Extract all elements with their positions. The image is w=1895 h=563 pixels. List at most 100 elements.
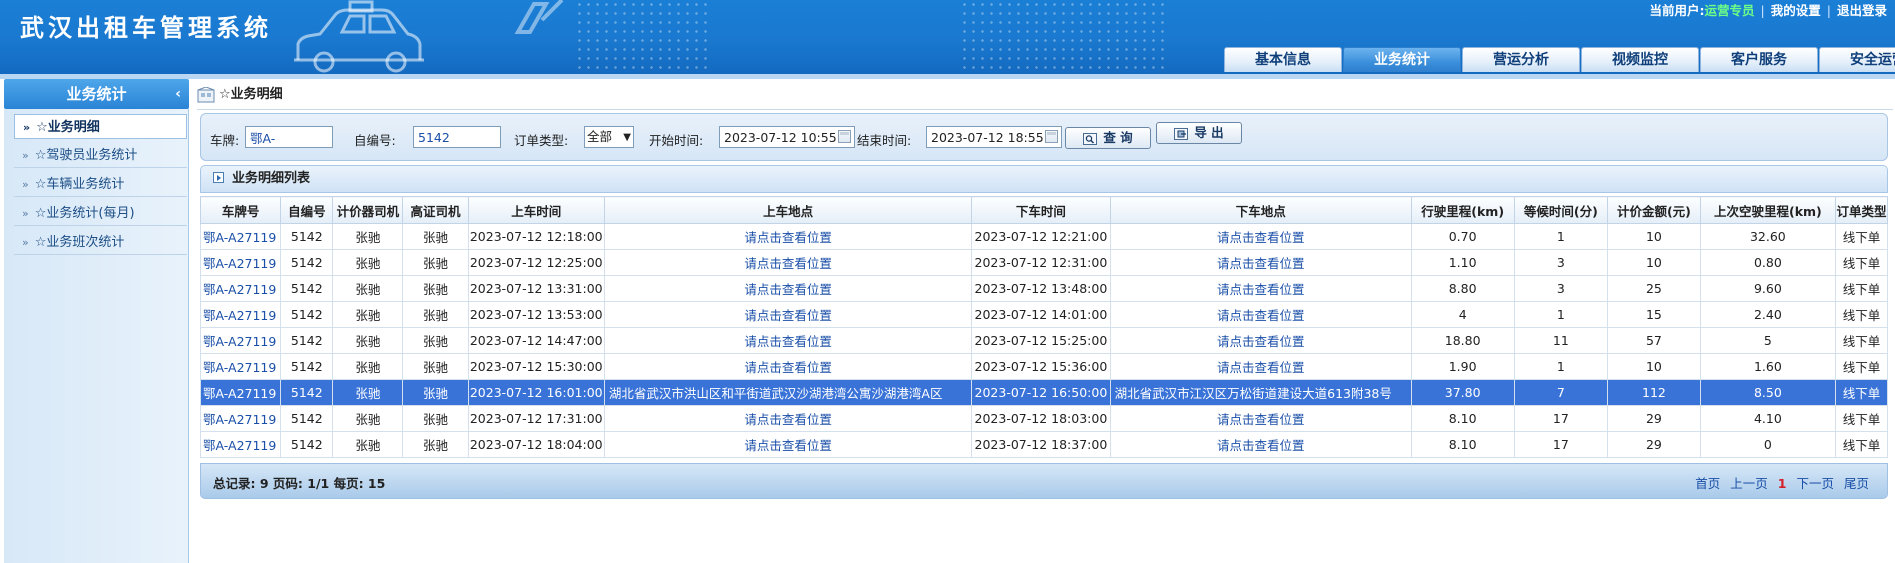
dropoff-time-cell: 2023-07-12 15:25:00: [971, 327, 1111, 354]
sidebar-item-monthly-stats[interactable]: » ☆业务统计(每月): [14, 201, 187, 226]
dropoff-location-link[interactable]: 请点击查看位置: [1109, 275, 1412, 302]
table-body: 鄂A-A27119 5142 张驰 张驰 2023-07-12 12:18:00 请点击查…: [199, 223, 1888, 458]
pickup-location-link[interactable]: 请点击查看位置: [603, 405, 973, 432]
pickup-location-link[interactable]: 请点击查看位置: [603, 431, 973, 458]
sidebar-item-vehicle-stats[interactable]: » ☆车辆业务统计: [14, 172, 187, 197]
logout-link[interactable]: 退出登录: [1837, 3, 1887, 18]
plate-cell[interactable]: 鄂A-A27119: [199, 275, 282, 302]
dropoff-location-link[interactable]: 请点击查看位置: [1109, 249, 1412, 276]
self-no-cell: 5142: [280, 275, 334, 302]
breadcrumb-text: ☆业务明细: [219, 87, 283, 102]
pickup-location-link[interactable]: 请点击查看位置: [603, 223, 973, 250]
plate-cell[interactable]: 鄂A-A27119: [199, 405, 282, 432]
wait-time-cell: 1: [1513, 353, 1609, 380]
tab-safety-operation[interactable]: 安全运营: [1819, 47, 1895, 72]
cert-driver-cell: 张驰: [402, 327, 469, 354]
order-type-cell: 线下单: [1835, 275, 1888, 302]
last-page-link[interactable]: 尾页: [1844, 476, 1869, 491]
query-button[interactable]: 查 询: [1065, 127, 1151, 149]
dropoff-location-link[interactable]: 请点击查看位置: [1109, 301, 1412, 328]
tab-operation-analysis[interactable]: 营运分析: [1462, 47, 1580, 72]
tab-customer-service[interactable]: 客户服务: [1700, 47, 1818, 72]
empty-mileage-cell: 8.50: [1699, 379, 1837, 406]
mileage-cell: 4: [1410, 301, 1515, 328]
sidebar: 业务统计 ‹ » ☆业务明细 » ☆驾驶员业务统计 » ☆车辆业务统计 » ☆业务统计(…: [0, 79, 189, 563]
order-type-select[interactable]: 全部 ▼: [584, 126, 634, 148]
collapse-icon[interactable]: ‹: [175, 79, 181, 109]
table-row[interactable]: 鄂A-A27119 5142 张驰 张驰 2023-07-12 12:18:00 请点击查…: [199, 223, 1888, 250]
pickup-location-link[interactable]: 请点击查看位置: [603, 275, 973, 302]
plate-cell[interactable]: 鄂A-A27119: [199, 249, 282, 276]
current-user-label: 当前用户:: [1649, 3, 1705, 18]
table-row[interactable]: 鄂A-A27119 5142 张驰 张驰 2023-07-12 14:47:00 请点击查…: [199, 327, 1888, 354]
plate-cell[interactable]: 鄂A-A27119: [199, 353, 282, 380]
table-row[interactable]: 鄂A-A27119 5142 张驰 张驰 2023-07-12 17:31:00 请点击查…: [199, 405, 1888, 432]
dropoff-location-link[interactable]: 请点击查看位置: [1109, 405, 1412, 432]
plate-input[interactable]: [245, 126, 333, 148]
plate-cell[interactable]: 鄂A-A27119: [199, 379, 282, 406]
pickup-location-link[interactable]: 请点击查看位置: [603, 353, 973, 380]
dropoff-location-link[interactable]: 请点击查看位置: [1109, 353, 1412, 380]
next-page-link[interactable]: 下一页: [1796, 476, 1834, 491]
table-row[interactable]: 鄂A-A27119 5142 张驰 张驰 2023-07-12 13:53:00 请点击查…: [199, 301, 1888, 328]
pager-summary: 总记录: 9 页码: 1/1 每页: 15: [213, 476, 386, 491]
my-settings-link[interactable]: 我的设置: [1771, 3, 1821, 18]
plate-cell[interactable]: 鄂A-A27119: [199, 223, 282, 250]
empty-mileage-cell: 32.60: [1699, 223, 1837, 250]
tab-business-stats[interactable]: 业务统计: [1343, 47, 1461, 72]
table-row[interactable]: 鄂A-A27119 5142 张驰 张驰 2023-07-12 15:30:00 请点击查…: [199, 353, 1888, 380]
amount-cell: 15: [1607, 301, 1701, 328]
start-time-input[interactable]: [719, 126, 855, 148]
amount-cell: 29: [1607, 431, 1701, 458]
wait-time-cell: 7: [1513, 379, 1609, 406]
empty-mileage-cell: 9.60: [1699, 275, 1837, 302]
prev-page-link[interactable]: 上一页: [1730, 476, 1768, 491]
meter-driver-cell: 张驰: [332, 353, 404, 380]
sidebar-item-shift-stats[interactable]: » ☆业务班次统计: [14, 230, 187, 255]
self-no-input[interactable]: [413, 126, 501, 148]
wait-time-cell: 11: [1513, 327, 1609, 354]
sidebar-item-business-detail[interactable]: » ☆业务明细: [14, 114, 187, 139]
collapse-toggle-icon[interactable]: [213, 172, 224, 183]
order-type-label: 订单类型:: [514, 133, 569, 148]
dropoff-location-link[interactable]: 湖北省武汉市江汉区万松街道建设大道613附38号: [1109, 379, 1412, 406]
pickup-location-link[interactable]: 湖北省武汉市洪山区和平街道武汉沙湖港湾公寓沙湖港湾A区: [603, 379, 973, 406]
calendar-icon[interactable]: [1045, 130, 1058, 143]
first-page-link[interactable]: 首页: [1695, 476, 1720, 491]
meter-driver-cell: 张驰: [332, 249, 404, 276]
meter-driver-cell: 张驰: [332, 275, 404, 302]
empty-mileage-cell: 1.60: [1699, 353, 1837, 380]
sidebar-item-driver-stats[interactable]: » ☆驾驶员业务统计: [14, 143, 187, 168]
plate-cell[interactable]: 鄂A-A27119: [199, 301, 282, 328]
table-row[interactable]: 鄂A-A27119 5142 张驰 张驰 2023-07-12 12:25:00 请点击查…: [199, 249, 1888, 276]
plate-cell[interactable]: 鄂A-A27119: [199, 431, 282, 458]
cert-driver-cell: 张驰: [402, 223, 469, 250]
header-dot-pattern: [575, 0, 710, 74]
self-no-cell: 5142: [280, 353, 334, 380]
pickup-location-link[interactable]: 请点击查看位置: [603, 249, 973, 276]
tab-basic-info[interactable]: 基本信息: [1224, 47, 1342, 72]
table-row[interactable]: 鄂A-A27119 5142 张驰 张驰 2023-07-12 16:01:00 湖北省武…: [199, 379, 1888, 406]
table-row[interactable]: 鄂A-A27119 5142 张驰 张驰 2023-07-12 18:04:00 请点击查…: [199, 431, 1888, 458]
dropoff-location-link[interactable]: 请点击查看位置: [1109, 327, 1412, 354]
self-no-cell: 5142: [280, 301, 334, 328]
dropoff-location-link[interactable]: 请点击查看位置: [1109, 431, 1412, 458]
pickup-location-link[interactable]: 请点击查看位置: [603, 301, 973, 328]
column-header: 上车地点: [603, 196, 973, 224]
order-type-cell: 线下单: [1835, 431, 1888, 458]
export-button[interactable]: 导 出: [1156, 122, 1242, 144]
tab-video-monitoring[interactable]: 视频监控: [1581, 47, 1699, 72]
breadcrumb: ☆业务明细: [197, 83, 283, 107]
mileage-cell: 8.10: [1410, 431, 1515, 458]
plate-cell[interactable]: 鄂A-A27119: [199, 327, 282, 354]
calendar-icon[interactable]: [838, 130, 851, 143]
pickup-location-link[interactable]: 请点击查看位置: [603, 327, 973, 354]
export-button-label: 导 出: [1194, 125, 1224, 140]
dropoff-location-link[interactable]: 请点击查看位置: [1109, 223, 1412, 250]
double-chevron-right-icon: »: [22, 178, 29, 191]
end-time-input[interactable]: [926, 126, 1062, 148]
current-user-name: 运营专员: [1704, 3, 1755, 18]
self-no-cell: 5142: [280, 327, 334, 354]
dropoff-time-cell: 2023-07-12 12:31:00: [971, 249, 1111, 276]
table-row[interactable]: 鄂A-A27119 5142 张驰 张驰 2023-07-12 13:31:00 请点击查…: [199, 275, 1888, 302]
